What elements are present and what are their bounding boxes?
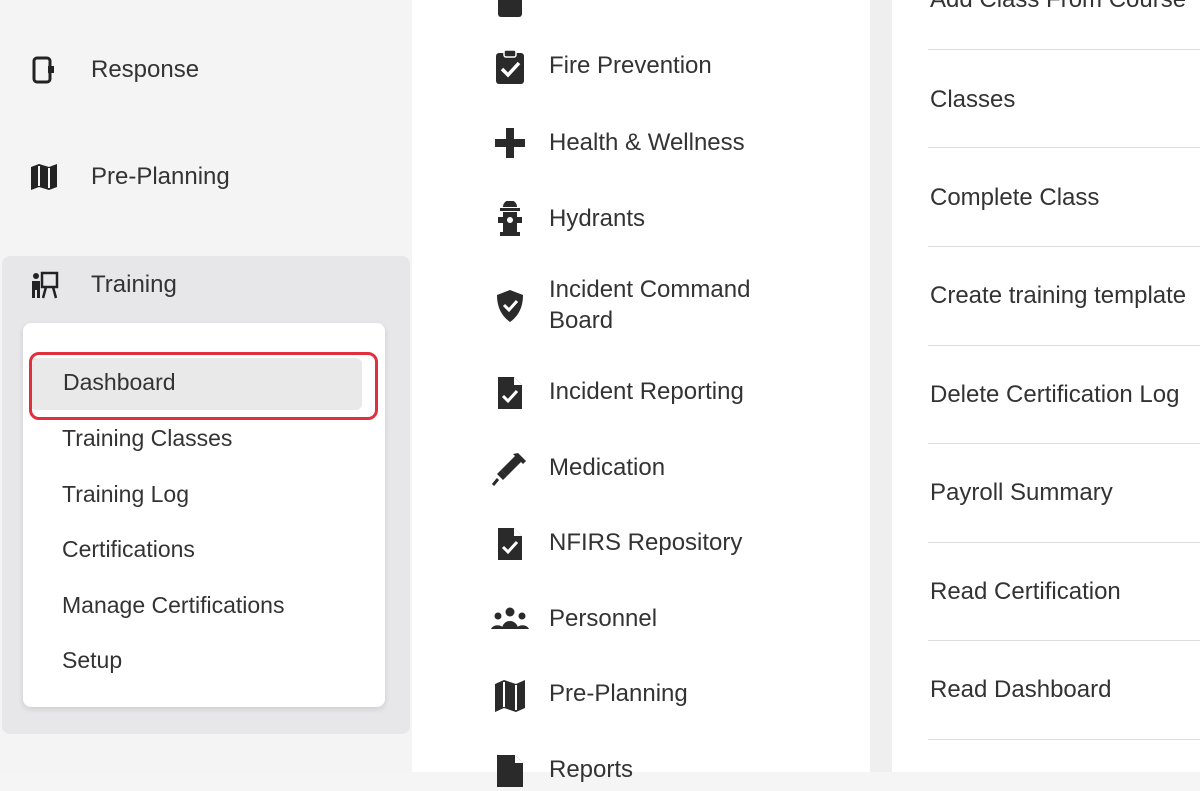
training-icon xyxy=(28,269,60,301)
submenu-item-dashboard[interactable]: Dashboard xyxy=(30,358,362,410)
module-label: Incident Reporting xyxy=(549,378,744,405)
panel-divider xyxy=(870,0,892,772)
submenu-item-manage-certifications[interactable]: Manage Certifications xyxy=(62,592,284,619)
module-label: Fire Prevention xyxy=(549,52,712,79)
phone-radio-icon xyxy=(28,54,60,86)
report-icon xyxy=(490,751,530,791)
module-label: Health & Wellness xyxy=(549,129,745,156)
shield-icon xyxy=(490,286,530,326)
map-icon xyxy=(28,161,60,193)
module-label: Incident Command Board xyxy=(549,276,751,334)
divider xyxy=(928,246,1200,247)
divider xyxy=(928,640,1200,641)
sidebar-item-training[interactable]: Training xyxy=(0,245,412,325)
map-icon xyxy=(490,676,530,716)
sidebar-item-label: Training xyxy=(91,271,177,298)
clipboard-check-icon xyxy=(490,47,530,87)
permission-item[interactable]: Read Certification xyxy=(930,578,1200,606)
sidebar-item-label: Response xyxy=(91,56,200,83)
training-submenu: Dashboard Training Classes Training Log … xyxy=(23,323,385,707)
divider xyxy=(928,443,1200,444)
module-icon-partial xyxy=(490,0,530,22)
module-label: Hydrants xyxy=(549,205,646,232)
submenu-item-certifications[interactable]: Certifications xyxy=(62,536,195,563)
permission-item[interactable]: Delete Certification Log xyxy=(930,381,1200,409)
people-icon xyxy=(490,599,530,639)
permission-item[interactable]: Create training template xyxy=(930,282,1200,310)
module-label: Pre-Planning xyxy=(549,680,688,707)
submenu-item-training-log[interactable]: Training Log xyxy=(62,481,189,508)
permission-item[interactable]: Classes xyxy=(930,86,1200,114)
permission-list: Add Class From Course Classes Complete C… xyxy=(892,0,1200,772)
divider xyxy=(928,49,1200,50)
sidebar-item-pre-planning[interactable]: Pre-Planning xyxy=(0,137,412,217)
permission-item[interactable]: Add Class From Course xyxy=(930,0,1200,14)
module-list: Fire Prevention Health & Wellness Hydran… xyxy=(412,0,870,787)
permission-item[interactable]: Payroll Summary xyxy=(930,479,1200,507)
sidebar-item-label: Pre-Planning xyxy=(91,163,230,190)
divider xyxy=(928,739,1200,740)
divider xyxy=(928,542,1200,543)
sidebar-item-response[interactable]: Response xyxy=(0,30,412,110)
syringe-icon xyxy=(490,449,530,489)
submenu-item-training-classes[interactable]: Training Classes xyxy=(62,425,232,452)
divider xyxy=(928,345,1200,346)
module-label: Personnel xyxy=(549,605,658,632)
hydrant-icon xyxy=(490,199,530,239)
divider xyxy=(928,147,1200,148)
file-check-icon xyxy=(490,524,530,564)
file-check-icon xyxy=(490,373,530,413)
module-label: Reports xyxy=(549,756,634,783)
module-label: Medication xyxy=(549,454,666,481)
permission-item[interactable]: Read Dashboard xyxy=(930,676,1200,704)
submenu-item-setup[interactable]: Setup xyxy=(62,647,122,674)
module-label: NFIRS Repository xyxy=(549,529,743,556)
permission-item[interactable]: Complete Class xyxy=(930,184,1200,212)
plus-icon xyxy=(490,123,530,163)
